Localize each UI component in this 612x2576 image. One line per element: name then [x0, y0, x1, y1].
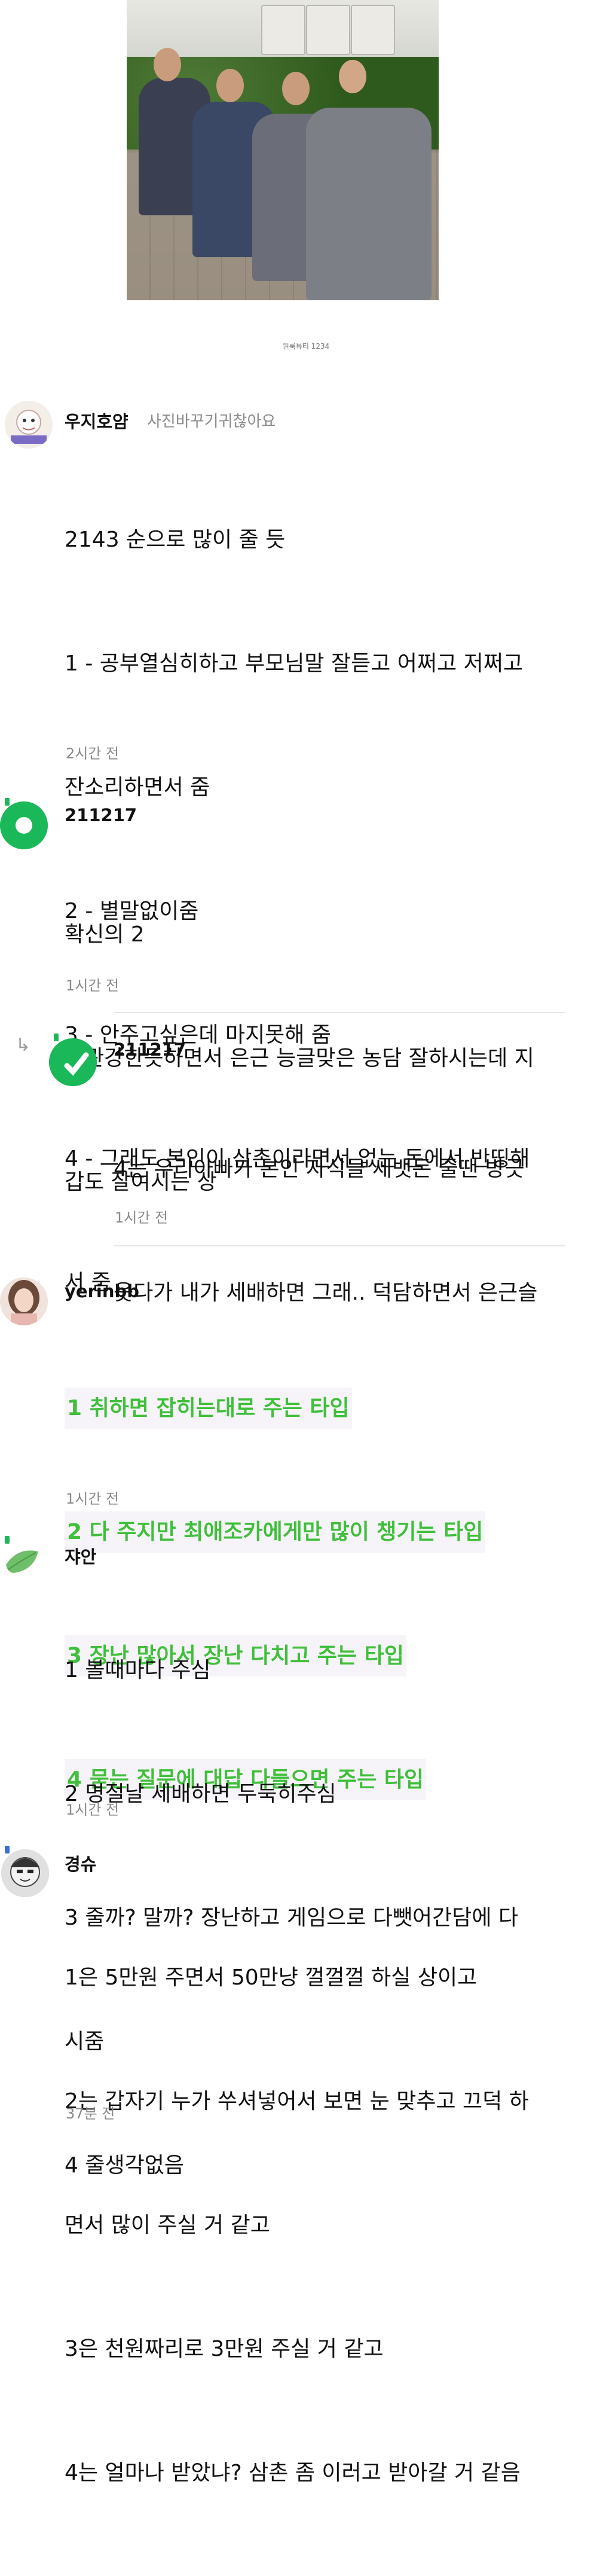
level-badge [5, 1846, 10, 1853]
avatar[interactable] [49, 1038, 97, 1086]
comment-nickname[interactable]: yerinbb [65, 1281, 139, 1301]
level-badge [5, 1536, 10, 1544]
avatar[interactable] [0, 1547, 42, 1577]
divider [114, 1012, 565, 1013]
comment-subtitle: 사진바꾸기귀찮아요 [147, 413, 276, 431]
comment-body: 1은 5만원 주면서 50만냥 껄껄껄 하실 상이고 2는 갑자기 누가 쑤셔넣… [65, 1965, 529, 2485]
reply-arrow-icon: ↳ [16, 1035, 31, 1056]
comment-time: 1시간 전 [115, 1209, 169, 1226]
level-badge [5, 798, 10, 806]
comment-nickname[interactable]: 211217 [65, 805, 137, 825]
avatar[interactable] [0, 801, 48, 849]
comment-time: 1시간 전 [66, 1801, 120, 1818]
post-photo [127, 0, 439, 300]
comment-nickname[interactable]: 우지호얌 [65, 408, 128, 433]
avatar[interactable] [5, 401, 53, 449]
comment-nickname[interactable]: 211217 [114, 1039, 186, 1060]
comment-time: 37분 전 [66, 2105, 115, 2122]
comment-time: 2시간 전 [66, 745, 120, 762]
comment-time: 1시간 전 [66, 1490, 120, 1507]
comment-time: 1시간 전 [66, 977, 120, 994]
level-badge [54, 1034, 59, 1041]
comment-nickname[interactable]: 경슈 [65, 1851, 96, 1876]
highlighted-line: 2 다 주지만 최애조카에게만 많이 챙기는 타입 [65, 1511, 486, 1553]
photo-caption: 원룩뷰티 1234 [282, 342, 330, 350]
highlighted-line: 1 취하면 잡히는대로 주는 타입 [65, 1388, 352, 1429]
avatar[interactable] [0, 1278, 48, 1325]
comment-nickname[interactable]: 쟈안 [65, 1543, 96, 1568]
avatar[interactable] [1, 1849, 49, 1897]
divider [114, 1245, 565, 1246]
